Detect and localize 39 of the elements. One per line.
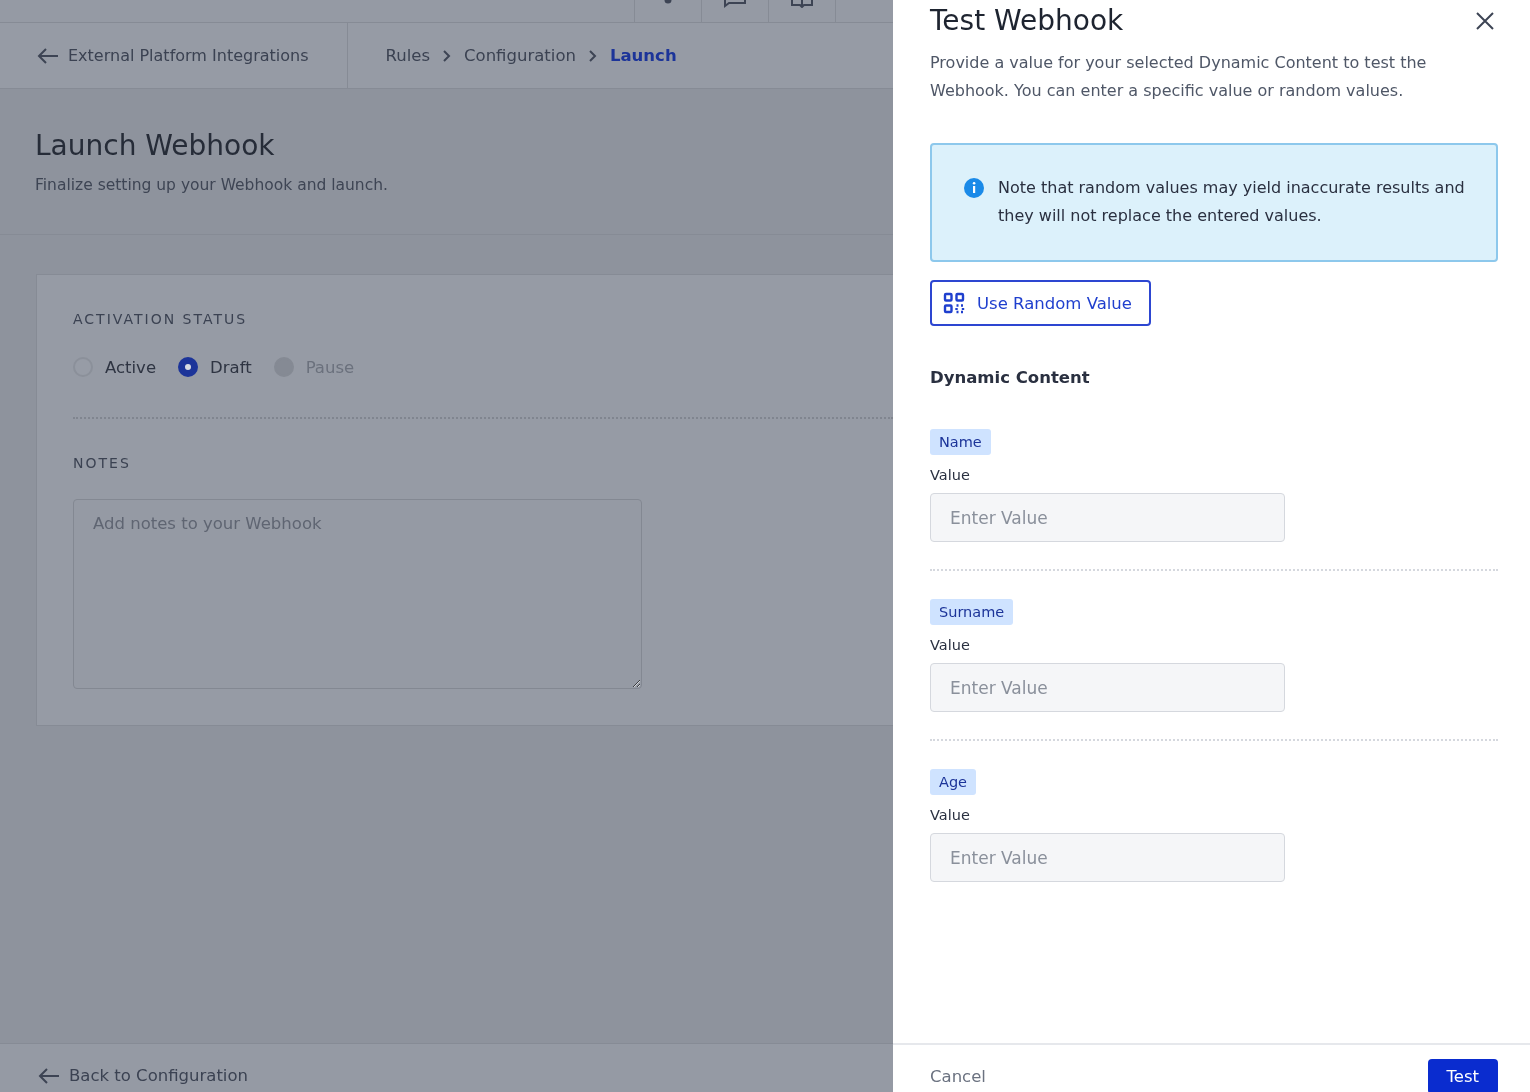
content-tag: Name: [930, 429, 991, 455]
test-button[interactable]: Test: [1427, 1059, 1498, 1092]
arrow-left-icon: [37, 47, 59, 64]
field-label: Value: [930, 637, 971, 653]
drawer-description: Provide a value for your selected Dynamic Content to test the Webhook. You can enter a specific value or random values.: [930, 52, 1428, 102]
back-link-text[interactable]: Back to Configuration: [69, 1066, 248, 1085]
page-title: Launch Webhook: [35, 129, 276, 162]
notice-text: Note that random values may yield inaccurate results and they will not replace the entered values.: [998, 177, 1466, 227]
close-button[interactable]: [1476, 11, 1494, 30]
close-icon: [1476, 11, 1494, 30]
info-icon: [963, 177, 985, 199]
section-heading: ACTIVATION STATUS: [73, 311, 249, 327]
field-label: Value: [930, 807, 971, 823]
content-tag: Age: [930, 769, 977, 795]
cancel-button[interactable]: Cancel: [930, 1059, 986, 1086]
chat-icon[interactable]: [723, 0, 747, 8]
random-value-button[interactable]: Use Random Value: [930, 280, 1151, 326]
section-title: Dynamic Content: [930, 368, 1091, 387]
arrow-left-icon: [38, 1067, 60, 1084]
radio-button[interactable]: [178, 357, 199, 377]
value-field[interactable]: Enter Value: [930, 493, 1285, 542]
page-subtitle: Finalize setting up your Webhook and launch.: [35, 176, 389, 194]
breadcrumb-link[interactable]: Configuration: [464, 46, 576, 65]
drawer-title: Test Webhook: [930, 4, 1124, 37]
back-link[interactable]: External Platform Integrations: [0, 23, 348, 88]
chevron-right-icon: [587, 48, 598, 63]
breadcrumb-link[interactable]: Launch: [609, 46, 677, 65]
book-icon[interactable]: [790, 0, 814, 8]
back-link-text[interactable]: External Platform Integrations: [68, 46, 309, 65]
section-heading: NOTES: [73, 455, 132, 471]
field-label: Value: [930, 467, 971, 483]
chevron-right-icon: [442, 48, 453, 63]
grid-icon: [943, 292, 965, 314]
value-field[interactable]: Enter Value: [930, 663, 1285, 712]
value-field[interactable]: Enter Value: [930, 833, 1285, 882]
content-tag: Surname: [930, 599, 1014, 625]
radio-option[interactable]: Draft: [178, 357, 252, 377]
radio-option[interactable]: Active: [73, 357, 157, 377]
breadcrumb-link[interactable]: Rules: [385, 46, 431, 65]
